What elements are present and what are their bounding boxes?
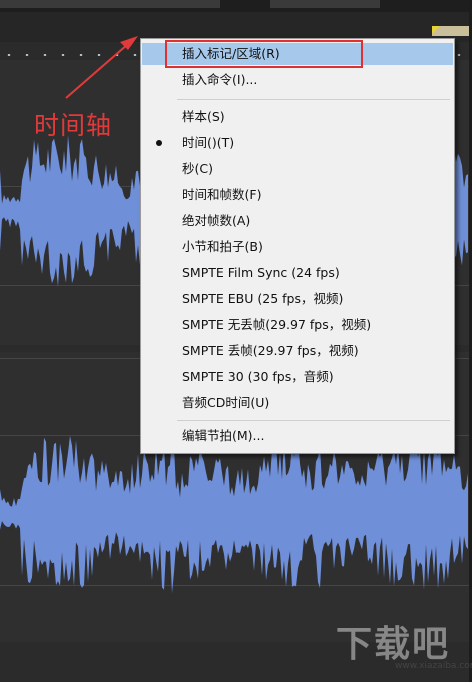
menu-item-label: 时间和帧数(F) <box>182 187 262 202</box>
menu-separator <box>177 99 450 100</box>
menu-item-samples[interactable]: 样本(S) <box>142 106 453 128</box>
radio-check-icon <box>156 140 162 146</box>
menu-item-smpte-non-drop[interactable]: SMPTE 无丢帧(29.97 fps，视频) <box>142 314 453 336</box>
menu-item-label: SMPTE EBU (25 fps，视频) <box>182 291 344 306</box>
menu-item-label: 样本(S) <box>182 109 225 124</box>
menu-item-label: SMPTE 无丢帧(29.97 fps，视频) <box>182 317 372 332</box>
menu-item-label: 音频CD时间(U) <box>182 395 270 410</box>
menu-item-label: 秒(C) <box>182 161 213 176</box>
menu-item-time[interactable]: 时间()(T) <box>142 132 453 154</box>
menu-item-seconds[interactable]: 秒(C) <box>142 158 453 180</box>
menu-item-label: 绝对帧数(A) <box>182 213 251 228</box>
menu-item-edit-tempo[interactable]: 编辑节拍(M)... <box>142 425 453 447</box>
menu-item-smpte-drop[interactable]: SMPTE 丢帧(29.97 fps，视频) <box>142 340 453 362</box>
watermark-url: www.xiazaiba.com <box>395 661 472 671</box>
menu-item-smpte-30[interactable]: SMPTE 30 (30 fps，音频) <box>142 366 453 388</box>
menu-item-label: SMPTE Film Sync (24 fps) <box>182 265 340 280</box>
context-menu: 插入标记/区域(R) 插入命令(I)... 样本(S) 时间()(T) 秒(C)… <box>140 38 455 454</box>
menu-item-smpte-film[interactable]: SMPTE Film Sync (24 fps) <box>142 262 453 284</box>
highlight-callout-box <box>165 40 363 68</box>
menu-item-label: 编辑节拍(M)... <box>182 428 265 443</box>
menu-item-label: 插入命令(I)... <box>182 72 258 87</box>
menu-item-label: SMPTE 30 (30 fps，音频) <box>182 369 334 384</box>
menu-item-cd-time[interactable]: 音频CD时间(U) <box>142 392 453 414</box>
menu-item-measures-beats[interactable]: 小节和拍子(B) <box>142 236 453 258</box>
menu-item-smpte-ebu[interactable]: SMPTE EBU (25 fps，视频) <box>142 288 453 310</box>
menu-item-absolute-frames[interactable]: 绝对帧数(A) <box>142 210 453 232</box>
menu-item-insert-command[interactable]: 插入命令(I)... <box>142 69 453 91</box>
menu-separator <box>177 420 450 421</box>
watermark-logo: 下载吧 <box>336 624 451 665</box>
menu-item-time-and-frames[interactable]: 时间和帧数(F) <box>142 184 453 206</box>
menu-item-label: 时间()(T) <box>182 135 235 150</box>
menu-item-label: 小节和拍子(B) <box>182 239 263 254</box>
menu-item-label: SMPTE 丢帧(29.97 fps，视频) <box>182 343 359 358</box>
